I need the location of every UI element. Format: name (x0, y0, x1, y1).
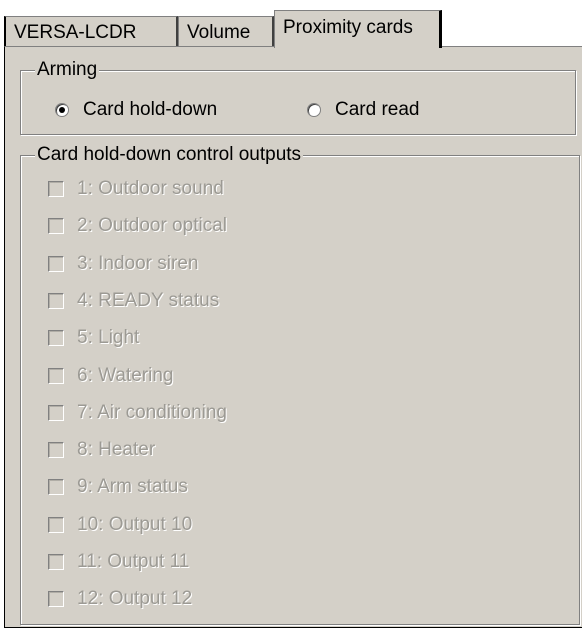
arming-group: Arming Card hold-down Card read (20, 59, 576, 135)
output-checkbox-label: 4: READY status (77, 289, 220, 311)
output-checkbox-row[interactable]: 5: Light (48, 327, 139, 349)
output-checkbox-row[interactable]: 7: Air conditioning (48, 402, 227, 424)
output-checkbox-label: 10: Output 10 (77, 513, 193, 535)
tab-volume[interactable]: Volume (178, 16, 274, 47)
output-checkbox-row[interactable]: 12: Output 12 (48, 588, 192, 610)
checkbox-icon[interactable] (48, 404, 64, 421)
output-checkbox-row[interactable]: 10: Output 10 (48, 514, 192, 536)
output-checkbox-label: 6: Watering (77, 364, 174, 386)
window: VERSA-LCDR Volume Proximity cards Arming… (0, 0, 582, 632)
output-checkbox-row[interactable]: 9: Arm status (48, 476, 188, 498)
checkbox-icon[interactable] (48, 218, 64, 235)
output-checkbox-label: 2: Outdoor optical (77, 215, 227, 237)
output-checkbox-row[interactable]: 1: Outdoor sound (48, 178, 224, 200)
checkbox-icon[interactable] (48, 554, 64, 570)
output-checkbox-row[interactable]: 8: Heater (48, 439, 155, 461)
output-checkbox-label: 7: Air conditioning (77, 401, 227, 423)
output-checkbox-row[interactable]: 3: Indoor siren (48, 253, 198, 275)
checkbox-icon[interactable] (48, 516, 64, 533)
checkbox-icon[interactable] (48, 330, 64, 347)
radio-label: Card read (335, 99, 420, 120)
checkbox-icon[interactable] (48, 442, 64, 459)
checkbox-icon[interactable] (48, 367, 64, 384)
checkbox-icon[interactable] (48, 181, 64, 197)
tab-versa-lcdr[interactable]: VERSA-LCDR (4, 16, 178, 47)
radio-card-read[interactable]: Card read (307, 99, 420, 121)
output-checkbox-row[interactable]: 4: READY status (48, 290, 219, 312)
output-checkbox-label: 8: Heater (77, 439, 156, 461)
output-checkbox-label: 12: Output 12 (77, 588, 193, 610)
checkbox-icon[interactable] (48, 292, 64, 309)
radio-card-hold-down[interactable]: Card hold-down (55, 99, 217, 121)
output-checkbox-label: 11: Output 11 (77, 551, 190, 572)
outputs-legend: Card hold-down control outputs (35, 144, 304, 166)
tab-proximity-cards[interactable]: Proximity cards (274, 10, 442, 48)
checkbox-icon[interactable] (48, 255, 64, 272)
output-checkbox-row[interactable]: 2: Outdoor optical (48, 215, 227, 237)
radio-button-checked-icon[interactable] (55, 103, 69, 117)
arming-legend: Arming (35, 59, 100, 81)
output-checkbox-label: 5: Light (77, 327, 140, 349)
checkbox-icon[interactable] (48, 591, 64, 608)
output-checkbox-label: 3: Indoor siren (77, 252, 199, 274)
radio-label: Card hold-down (83, 99, 218, 120)
output-checkbox-row[interactable]: 6: Watering (48, 365, 173, 387)
checkbox-icon[interactable] (48, 479, 64, 496)
output-checkbox-row[interactable]: 11: Output 11 (48, 551, 189, 573)
output-checkbox-label: 9: Arm status (77, 476, 188, 498)
output-checkbox-label: 1: Outdoor sound (77, 178, 224, 199)
radio-button-icon[interactable] (307, 103, 321, 117)
